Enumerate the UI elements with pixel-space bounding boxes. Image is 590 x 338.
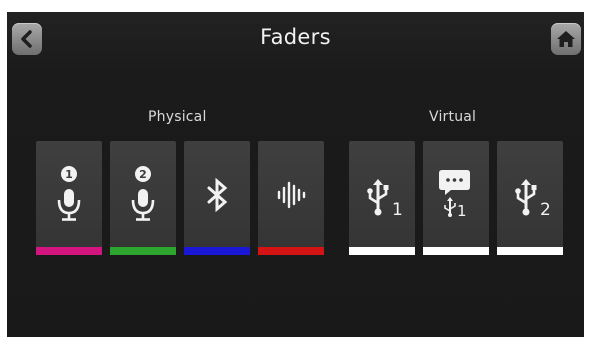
fader-tile-usb-2[interactable]: 2: [497, 141, 563, 255]
fader-color-bar: [497, 247, 563, 255]
fader-color-bar: [184, 247, 250, 255]
home-button[interactable]: [551, 23, 581, 55]
fader-color-bar: [349, 247, 415, 255]
fader-tile-bluetooth[interactable]: [184, 141, 250, 255]
fader-color-bar: [423, 247, 489, 255]
mic-number-label: 2: [139, 168, 147, 181]
fader-color-bar: [258, 247, 324, 255]
section-label-virtual: Virtual: [429, 109, 477, 125]
bluetooth-icon: [207, 177, 228, 213]
page-title: Faders: [260, 25, 331, 49]
fader-tile-mic-1[interactable]: 1: [36, 141, 102, 255]
fader-tile-usb-chat-1[interactable]: 1: [423, 141, 489, 255]
section-label-physical: Physical: [148, 109, 207, 125]
home-icon: [557, 31, 575, 47]
usb-icon: 2: [515, 179, 551, 220]
fader-tile-sound-wave[interactable]: [258, 141, 324, 255]
mic-number-label: 1: [65, 168, 73, 181]
sound-wave-icon: [277, 181, 306, 209]
fader-color-bar: [110, 247, 176, 255]
usb-port-number: 1: [457, 202, 467, 220]
usb-chat-icon: 1: [439, 170, 470, 220]
faders-screen: Faders Physical Virtual 1 2 1 1 2: [7, 12, 584, 337]
mic-1-icon: 1: [57, 166, 81, 221]
fader-color-bar: [36, 247, 102, 255]
usb-icon: 1: [367, 179, 403, 220]
usb-port-number: 1: [392, 200, 403, 220]
fader-tile-usb-1[interactable]: 1: [349, 141, 415, 255]
fader-tile-mic-2[interactable]: 2: [110, 141, 176, 255]
usb-port-number: 2: [540, 200, 551, 220]
mic-2-icon: 2: [131, 166, 155, 221]
